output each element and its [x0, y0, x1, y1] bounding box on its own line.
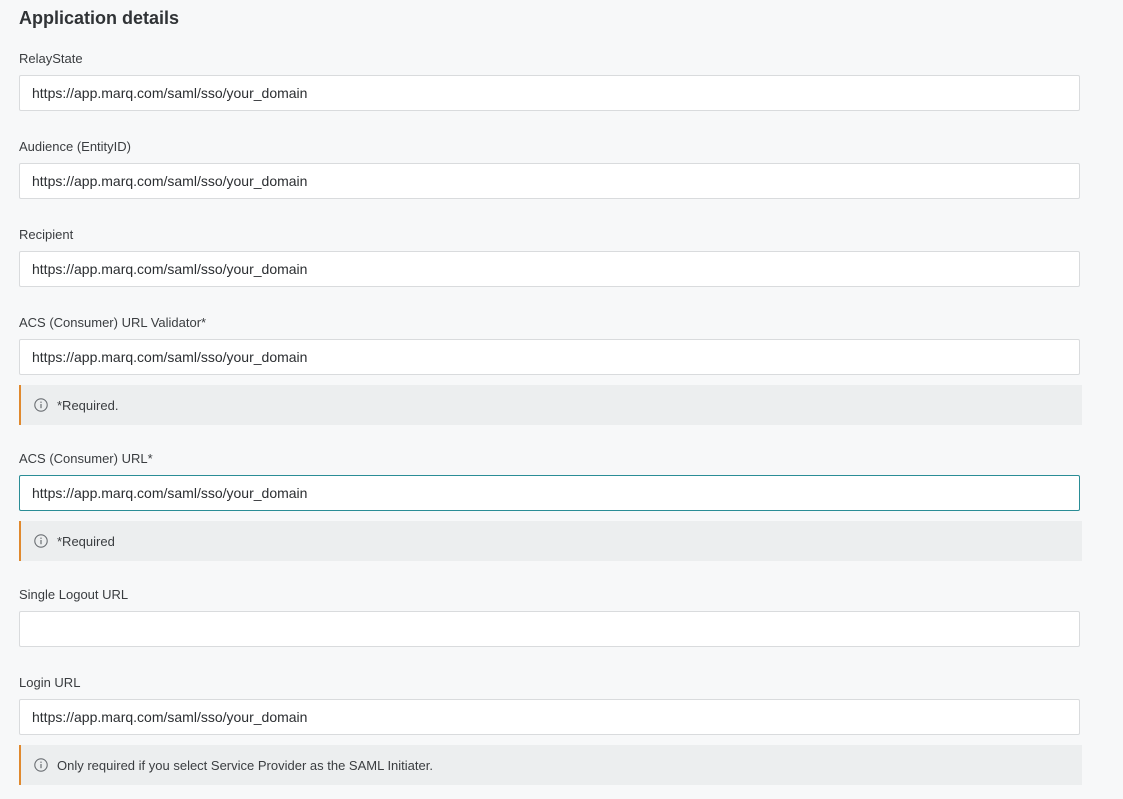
section-title: Application details	[19, 8, 180, 28]
single-logout-label: Single Logout URL	[19, 587, 129, 602]
info-icon	[34, 398, 48, 412]
acs-validator-input[interactable]	[19, 339, 1080, 375]
acs-url-label: ACS (Consumer) URL*	[19, 451, 153, 466]
login-url-input[interactable]	[19, 699, 1080, 735]
application-details-form: Application details RelayState Audience …	[0, 0, 1123, 799]
acs-url-required-note: *Required	[19, 521, 1082, 561]
single-logout-input[interactable]	[19, 611, 1080, 647]
note-text: *Required.	[57, 397, 119, 413]
recipient-label: Recipient	[19, 227, 74, 242]
audience-label: Audience (EntityID)	[19, 139, 131, 154]
acs-validator-label: ACS (Consumer) URL Validator*	[19, 315, 207, 330]
info-icon	[34, 758, 48, 772]
acs-url-input[interactable]	[19, 475, 1080, 511]
login-url-note: Only required if you select Service Prov…	[19, 745, 1082, 785]
recipient-input[interactable]	[19, 251, 1080, 287]
relay-state-input[interactable]	[19, 75, 1080, 111]
acs-validator-required-note: *Required.	[19, 385, 1082, 425]
relay-state-label: RelayState	[19, 51, 83, 66]
info-icon	[34, 534, 48, 548]
note-text: *Required	[57, 533, 115, 549]
login-url-label: Login URL	[19, 675, 81, 690]
audience-input[interactable]	[19, 163, 1080, 199]
note-text: Only required if you select Service Prov…	[57, 757, 433, 773]
